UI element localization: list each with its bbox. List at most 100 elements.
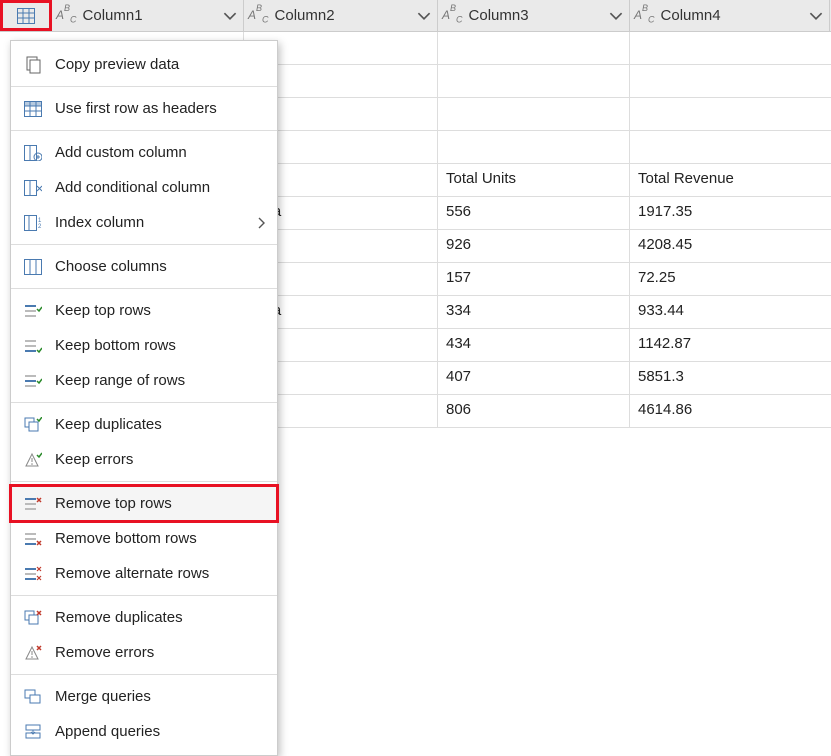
column-header-3[interactable]: ABC Column3 (438, 0, 630, 31)
menu-copy-preview-data[interactable]: Copy preview data (11, 47, 277, 82)
table-icon (17, 8, 35, 24)
cell[interactable]: 1917.35 (630, 197, 830, 229)
keep-duplicates-icon (23, 415, 43, 435)
menu-keep-bottom-rows[interactable]: Keep bottom rows (11, 328, 277, 363)
chevron-right-icon (257, 217, 265, 229)
table-menu-button[interactable] (0, 0, 52, 31)
cell[interactable] (630, 98, 830, 130)
remove-bottom-rows-icon (23, 529, 43, 549)
cell[interactable]: 933.44 (630, 296, 830, 328)
menu-add-conditional-column[interactable]: Add conditional column (11, 170, 277, 205)
remove-errors-icon (23, 643, 43, 663)
remove-alternate-rows-icon (23, 564, 43, 584)
cell[interactable] (630, 131, 830, 163)
merge-queries-icon (23, 687, 43, 707)
menu-label: Remove duplicates (55, 609, 265, 626)
custom-column-icon (23, 143, 43, 163)
cell[interactable]: Total Units (438, 164, 630, 196)
menu-separator (11, 481, 277, 482)
cell[interactable]: 4208.45 (630, 230, 830, 262)
cell[interactable]: 407 (438, 362, 630, 394)
cell[interactable]: 4614.86 (630, 395, 830, 427)
cell[interactable]: 72.25 (630, 263, 830, 295)
chevron-down-icon[interactable] (223, 9, 237, 23)
menu-label: Remove errors (55, 644, 265, 661)
svg-text:2: 2 (38, 224, 42, 230)
menu-keep-range-of-rows[interactable]: Keep range of rows (11, 363, 277, 398)
column-header-label: Column3 (469, 7, 605, 24)
menu-separator (11, 288, 277, 289)
menu-label: Add custom column (55, 144, 265, 161)
copy-icon (23, 55, 43, 75)
chevron-down-icon[interactable] (809, 9, 823, 23)
keep-bottom-rows-icon (23, 336, 43, 356)
menu-separator (11, 130, 277, 131)
menu-label: Append queries (55, 723, 265, 740)
menu-remove-errors[interactable]: Remove errors (11, 635, 277, 670)
menu-label: Remove alternate rows (55, 565, 265, 582)
menu-index-column[interactable]: 12 Index column (11, 205, 277, 240)
cell[interactable] (630, 32, 830, 64)
menu-label: Keep duplicates (55, 416, 265, 433)
chevron-down-icon[interactable] (417, 9, 431, 23)
column-header-row: ABC Column1 ABC Column2 ABC Column3 ABC … (0, 0, 831, 32)
cell[interactable]: 5851.3 (630, 362, 830, 394)
cell[interactable]: 926 (438, 230, 630, 262)
column-header-label: Column2 (275, 7, 413, 24)
cell[interactable] (438, 32, 630, 64)
table-header-icon (23, 99, 43, 119)
menu-separator (11, 86, 277, 87)
menu-remove-top-rows[interactable]: Remove top rows (11, 486, 277, 521)
cell[interactable]: 1142.87 (630, 329, 830, 361)
menu-label: Keep errors (55, 451, 265, 468)
table-context-menu: Copy preview data Use first row as heade… (10, 40, 278, 756)
menu-add-custom-column[interactable]: Add custom column (11, 135, 277, 170)
menu-label: Remove top rows (55, 495, 265, 512)
menu-choose-columns[interactable]: Choose columns (11, 249, 277, 284)
menu-label: Keep top rows (55, 302, 265, 319)
menu-label: Keep bottom rows (55, 337, 265, 354)
menu-label: Use first row as headers (55, 100, 265, 117)
remove-duplicates-icon (23, 608, 43, 628)
cell[interactable] (438, 65, 630, 97)
remove-top-rows-icon (23, 494, 43, 514)
menu-label: Merge queries (55, 688, 265, 705)
keep-range-rows-icon (23, 371, 43, 391)
keep-errors-icon (23, 450, 43, 470)
menu-remove-duplicates[interactable]: Remove duplicates (11, 600, 277, 635)
type-text-icon: ABC (248, 6, 269, 24)
menu-remove-alternate-rows[interactable]: Remove alternate rows (11, 556, 277, 591)
type-text-icon: ABC (634, 6, 655, 24)
cell[interactable]: 157 (438, 263, 630, 295)
column-header-4[interactable]: ABC Column4 (630, 0, 830, 31)
menu-keep-errors[interactable]: Keep errors (11, 442, 277, 477)
cell[interactable]: 334 (438, 296, 630, 328)
choose-columns-icon (23, 257, 43, 277)
menu-label: Choose columns (55, 258, 265, 275)
cell[interactable] (438, 98, 630, 130)
menu-separator (11, 402, 277, 403)
menu-label: Add conditional column (55, 179, 265, 196)
type-text-icon: ABC (442, 6, 463, 24)
column-header-label: Column1 (83, 7, 219, 24)
cell[interactable]: 434 (438, 329, 630, 361)
cell[interactable] (630, 65, 830, 97)
menu-separator (11, 244, 277, 245)
chevron-down-icon[interactable] (609, 9, 623, 23)
menu-keep-duplicates[interactable]: Keep duplicates (11, 407, 277, 442)
column-header-2[interactable]: ABC Column2 (244, 0, 438, 31)
cell[interactable]: Total Revenue (630, 164, 830, 196)
menu-append-queries[interactable]: Append queries (11, 714, 277, 749)
column-header-1[interactable]: ABC Column1 (52, 0, 244, 31)
menu-remove-bottom-rows[interactable]: Remove bottom rows (11, 521, 277, 556)
cell[interactable]: 806 (438, 395, 630, 427)
cell[interactable]: 556 (438, 197, 630, 229)
index-column-icon: 12 (23, 213, 43, 233)
menu-use-first-row-as-headers[interactable]: Use first row as headers (11, 91, 277, 126)
menu-label: Remove bottom rows (55, 530, 265, 547)
cell[interactable] (438, 131, 630, 163)
menu-separator (11, 674, 277, 675)
menu-keep-top-rows[interactable]: Keep top rows (11, 293, 277, 328)
menu-merge-queries[interactable]: Merge queries (11, 679, 277, 714)
menu-label: Keep range of rows (55, 372, 265, 389)
